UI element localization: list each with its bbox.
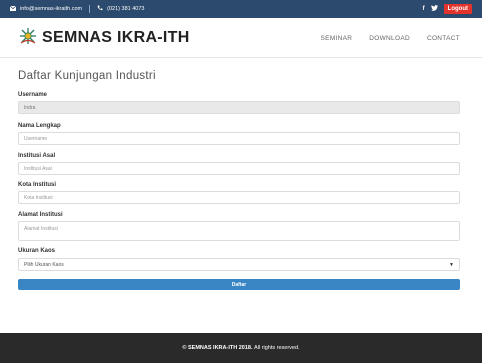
nav-item-seminar[interactable]: SEMINAR (321, 35, 353, 42)
footer-rights: All rights reserved. (254, 345, 300, 351)
email-link[interactable]: info@semnas-ikraith.com (20, 6, 82, 12)
username-field: Indra (18, 101, 460, 114)
phone-number: (021) 381 4073 (107, 6, 145, 12)
footer-brand: © SEMNAS IKRA-ITH 2018. (182, 345, 253, 351)
site-footer: © SEMNAS IKRA-ITH 2018. All rights reser… (0, 333, 482, 363)
nama-lengkap-input[interactable]: Username (18, 132, 460, 145)
ukuran-kaos-select[interactable]: Pilih Ukuran Kaos ▼ (18, 258, 460, 271)
site-header: SEMNAS IKRA-ITH SEMINAR DOWNLOAD CONTACT (0, 18, 482, 58)
nama-lengkap-label: Nama Lengkap (18, 123, 61, 129)
username-label: Username (18, 92, 48, 98)
nav-item-download[interactable]: DOWNLOAD (369, 35, 410, 42)
top-bar: info@semnas-ikraith.com (021) 381 4073 f… (0, 0, 482, 18)
facebook-icon[interactable]: f (423, 6, 425, 12)
alamat-institusi-textarea[interactable]: Alamat Institusi (18, 221, 460, 241)
divider (89, 5, 91, 13)
daftar-button[interactable]: Daftar (18, 279, 460, 290)
twitter-icon[interactable] (430, 5, 438, 13)
ukuran-kaos-label: Ukuran Kaos (18, 248, 56, 254)
institusi-asal-input[interactable]: Institusi Asal (18, 162, 460, 175)
page-title: Daftar Kunjungan Industri (18, 70, 156, 82)
caret-down-icon: ▼ (449, 262, 454, 268)
site-logo[interactable]: SEMNAS IKRA-ITH (18, 27, 190, 49)
logo-text: SEMNAS IKRA-ITH (42, 29, 190, 46)
logo-emblem-icon (18, 26, 38, 51)
institusi-asal-label: Institusi Asal (18, 153, 56, 159)
alamat-institusi-label: Alamat Institusi (18, 212, 63, 218)
ukuran-kaos-selected: Pilih Ukuran Kaos (24, 261, 64, 268)
topbar-actions: f Logout (423, 0, 472, 18)
mail-icon (9, 5, 17, 13)
nav-item-contact[interactable]: CONTACT (427, 35, 460, 42)
main-nav: SEMINAR DOWNLOAD CONTACT (321, 18, 460, 58)
logout-button[interactable]: Logout (443, 4, 472, 14)
kota-institusi-label: Kota Institusi (18, 182, 57, 188)
phone-icon (97, 5, 103, 13)
contact-info: info@semnas-ikraith.com (021) 381 4073 (9, 0, 145, 18)
kota-institusi-input[interactable]: Kota Institusi (18, 191, 460, 204)
